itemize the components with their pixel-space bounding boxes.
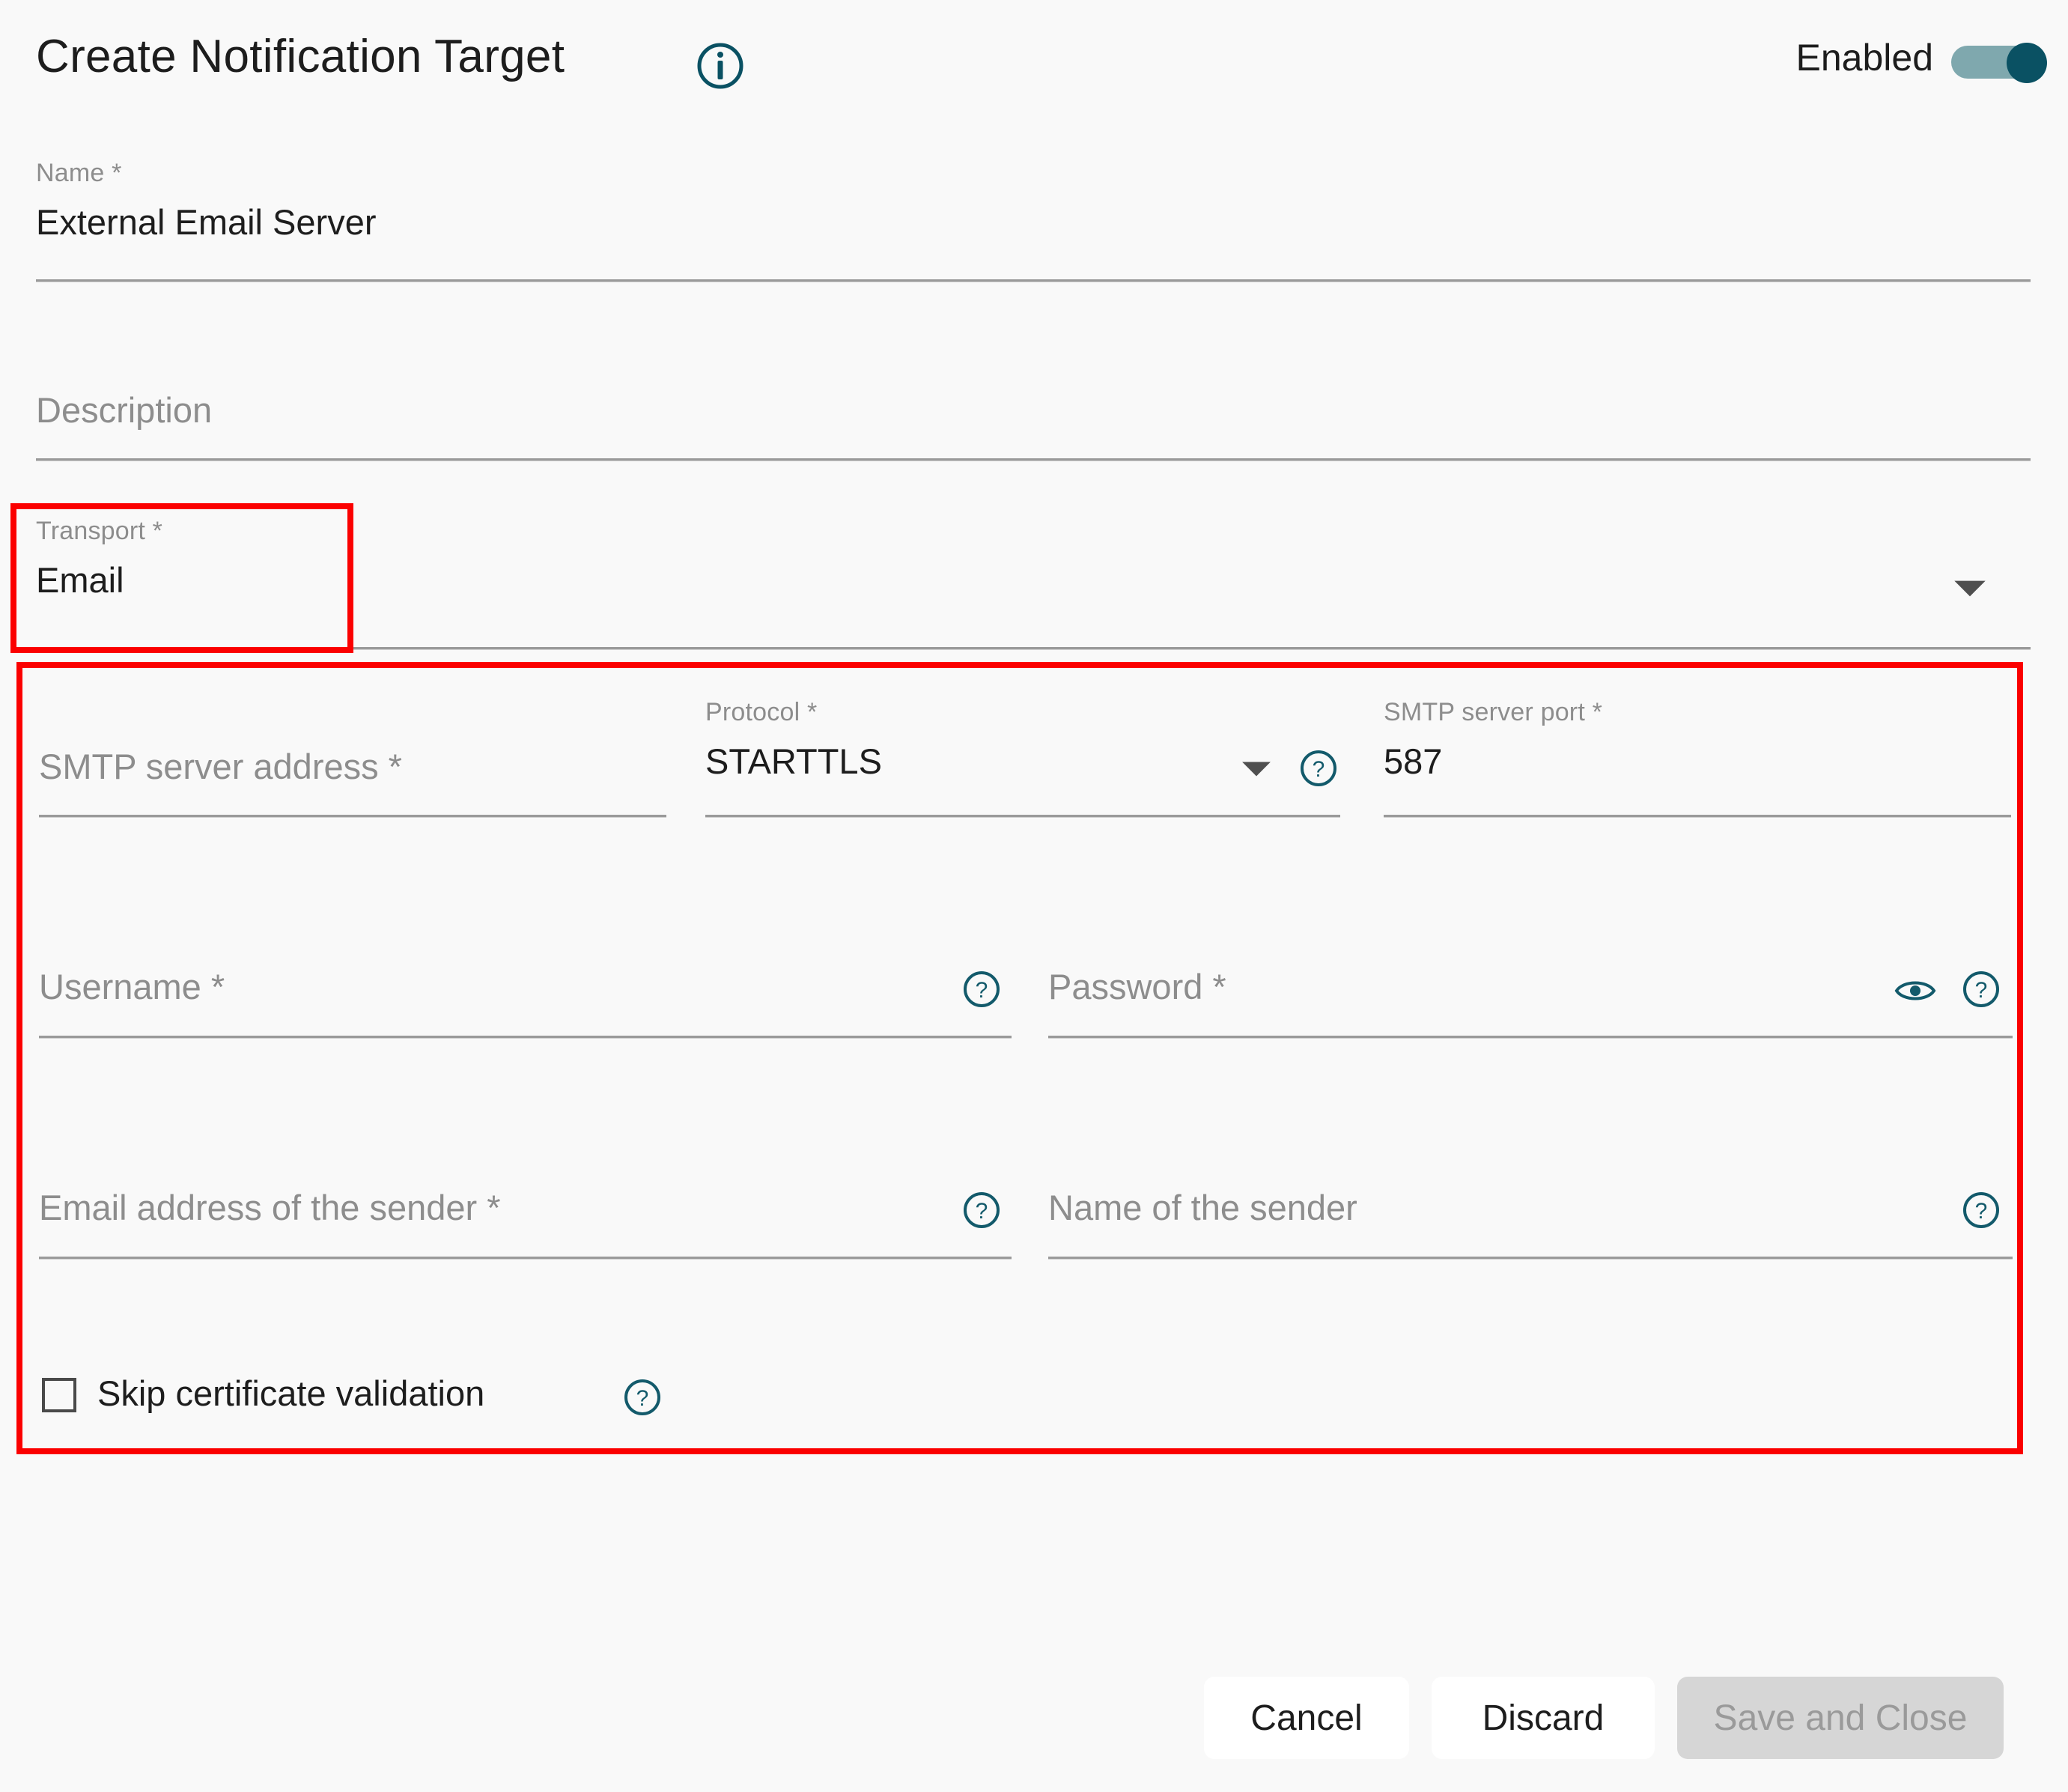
help-circle-icon[interactable]: ? [1962, 1191, 2001, 1230]
sender-email-input[interactable]: Email address of the sender * [39, 1187, 501, 1228]
discard-button[interactable]: Discard [1432, 1677, 1655, 1759]
enabled-label: Enabled [1795, 37, 1934, 79]
smtp-server-address-group: SMTP server address * [39, 746, 402, 787]
help-circle-icon[interactable]: ? [962, 1191, 1001, 1230]
save-and-close-button[interactable]: Save and Close [1677, 1677, 2004, 1759]
protocol-select-value[interactable]: STARTTLS [705, 741, 882, 782]
transport-field-group: Transport * Email [36, 517, 162, 601]
svg-text:?: ? [1313, 757, 1325, 782]
description-input[interactable]: Description [36, 389, 212, 431]
enabled-toggle[interactable] [1951, 43, 2047, 83]
skip-certificate-validation-checkbox[interactable] [42, 1378, 76, 1412]
transport-select-value[interactable]: Email [36, 559, 162, 601]
password-group: Password * [1048, 966, 1226, 1007]
sender-email-underline [39, 1257, 1012, 1259]
protocol-underline [705, 815, 1340, 817]
help-circle-icon[interactable]: ? [1299, 749, 1338, 788]
name-field-group: Name * External Email Server [36, 159, 377, 243]
username-underline [39, 1036, 1012, 1038]
sender-name-underline [1048, 1257, 2013, 1259]
description-field-group: Description [36, 389, 212, 431]
name-input[interactable]: External Email Server [36, 201, 377, 243]
info-circle-icon[interactable] [696, 42, 744, 90]
username-input[interactable]: Username * [39, 966, 225, 1007]
eye-icon[interactable] [1894, 977, 1936, 1007]
name-underline [36, 279, 2031, 282]
password-underline [1048, 1036, 2013, 1038]
skip-certificate-validation-text: Skip certificate validation [97, 1373, 485, 1413]
svg-text:?: ? [1975, 1199, 1988, 1224]
sender-name-input[interactable]: Name of the sender [1048, 1187, 1357, 1228]
smtp-server-port-underline [1384, 815, 2011, 817]
sender-email-group: Email address of the sender * [39, 1187, 501, 1228]
smtp-server-port-input[interactable]: 587 [1384, 741, 1602, 782]
skip-certificate-validation-label: Skip certificate validation [97, 1373, 484, 1414]
description-underline [36, 458, 2031, 461]
cancel-button[interactable]: Cancel [1204, 1677, 1409, 1759]
page-title: Create Notification Target [36, 31, 565, 82]
smtp-server-address-underline [39, 815, 666, 817]
transport-underline [36, 647, 2031, 649]
transport-label: Transport * [36, 517, 163, 545]
help-circle-icon[interactable]: ? [962, 970, 1001, 1009]
sender-name-group: Name of the sender [1048, 1187, 1357, 1228]
protocol-group: Protocol * STARTTLS [705, 698, 882, 782]
chevron-down-icon[interactable] [1241, 759, 1272, 783]
svg-text:?: ? [976, 1199, 988, 1224]
toggle-knob [2007, 43, 2047, 83]
smtp-server-port-group: SMTP server port * 587 [1384, 698, 1602, 782]
help-circle-icon[interactable]: ? [1962, 970, 2001, 1009]
username-group: Username * [39, 966, 225, 1007]
svg-text:?: ? [1975, 978, 1988, 1003]
protocol-label: Protocol * [705, 698, 818, 726]
smtp-server-address-input[interactable]: SMTP server address * [39, 746, 402, 787]
svg-text:?: ? [636, 1386, 649, 1411]
password-input[interactable]: Password * [1048, 966, 1226, 1007]
name-label: Name * [36, 159, 122, 187]
chevron-down-icon[interactable] [1953, 578, 1987, 603]
smtp-server-port-label: SMTP server port * [1384, 698, 1603, 726]
svg-text:?: ? [976, 978, 988, 1003]
help-circle-icon[interactable]: ? [623, 1378, 662, 1417]
